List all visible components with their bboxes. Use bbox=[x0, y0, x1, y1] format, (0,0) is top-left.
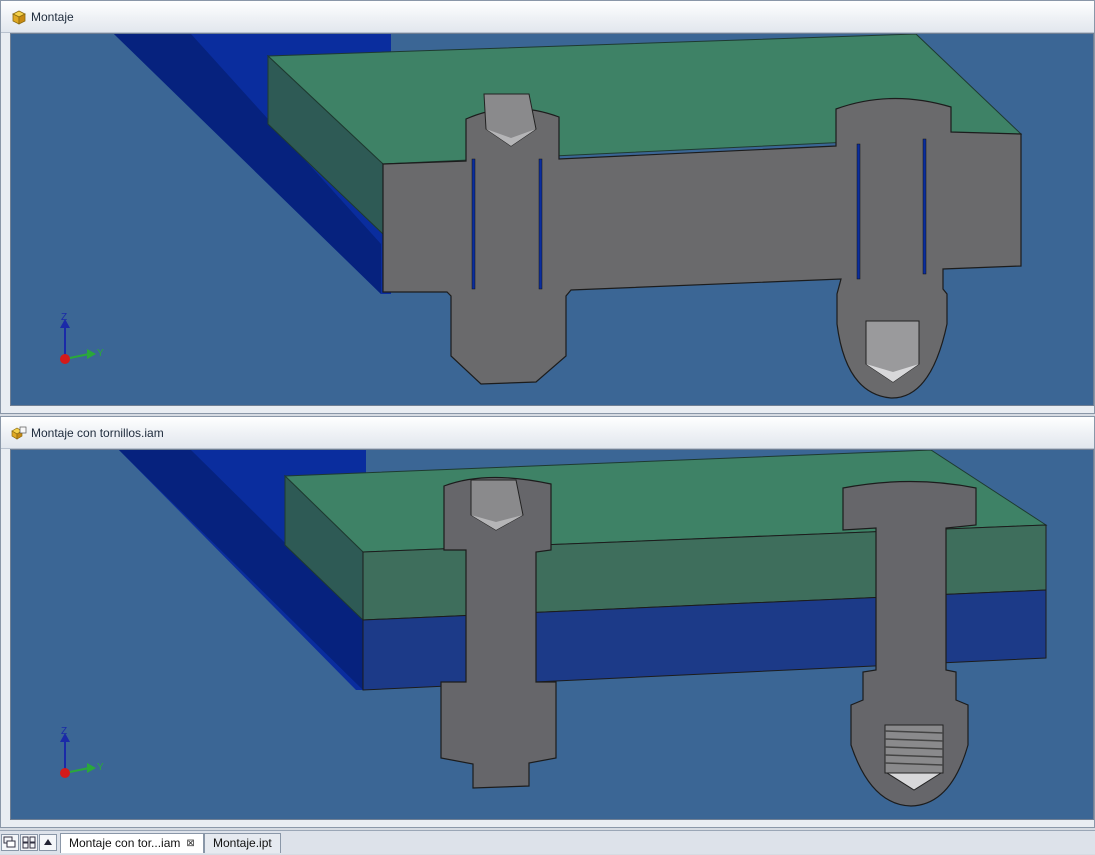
tab-label: Montaje.ipt bbox=[213, 836, 272, 850]
triad-y-label: Y bbox=[97, 348, 104, 359]
bottom-window-titlebar[interactable]: Montaje con tornillos.iam bbox=[1, 417, 1094, 449]
bottom-section-model bbox=[119, 450, 1048, 807]
top-view-window[interactable]: Montaje Z Y bbox=[0, 0, 1095, 414]
left-bolt-gap-2 bbox=[538, 158, 543, 290]
triad-z-label: Z bbox=[61, 726, 68, 737]
top-window-titlebar[interactable]: Montaje bbox=[1, 1, 1094, 33]
close-tab-icon[interactable]: ⊠ bbox=[186, 838, 194, 849]
tab-label: Montaje con tor...iam bbox=[69, 836, 181, 850]
cascade-windows-button[interactable] bbox=[1, 834, 19, 851]
document-tab-bar: Montaje con tor...iam ⊠ Montaje.ipt bbox=[0, 830, 1095, 854]
tab-montaje-ipt[interactable]: Montaje.ipt bbox=[204, 833, 281, 853]
top-graphics-viewport[interactable]: Z Y bbox=[10, 33, 1094, 406]
left-bolt-gap-1 bbox=[471, 158, 476, 290]
bottom-graphics-viewport[interactable]: Z Y bbox=[10, 449, 1094, 820]
arrow-up-icon bbox=[44, 839, 52, 845]
part-icon bbox=[11, 9, 27, 25]
open-documents-menu-button[interactable] bbox=[39, 834, 57, 851]
bottom-window-title: Montaje con tornillos.iam bbox=[31, 425, 164, 440]
top-window-title: Montaje bbox=[31, 9, 74, 24]
top-section-model bbox=[114, 34, 1023, 399]
view-triad: Z Y bbox=[57, 312, 117, 374]
tab-montaje-con-tornillos[interactable]: Montaje con tor...iam ⊠ bbox=[60, 833, 204, 853]
right-bolt-gap-2 bbox=[922, 138, 927, 275]
assembly-icon bbox=[11, 425, 27, 441]
right-bolt-gap-1 bbox=[856, 143, 861, 280]
triad-y-label: Y bbox=[97, 762, 104, 773]
tile-icon bbox=[22, 836, 36, 849]
cascade-icon bbox=[3, 836, 16, 848]
triad-z-label: Z bbox=[61, 312, 68, 323]
view-triad: Z Y bbox=[57, 726, 117, 788]
tile-windows-button[interactable] bbox=[20, 834, 38, 851]
bottom-view-window[interactable]: Montaje con tornillos.iam Z Y bbox=[0, 416, 1095, 828]
